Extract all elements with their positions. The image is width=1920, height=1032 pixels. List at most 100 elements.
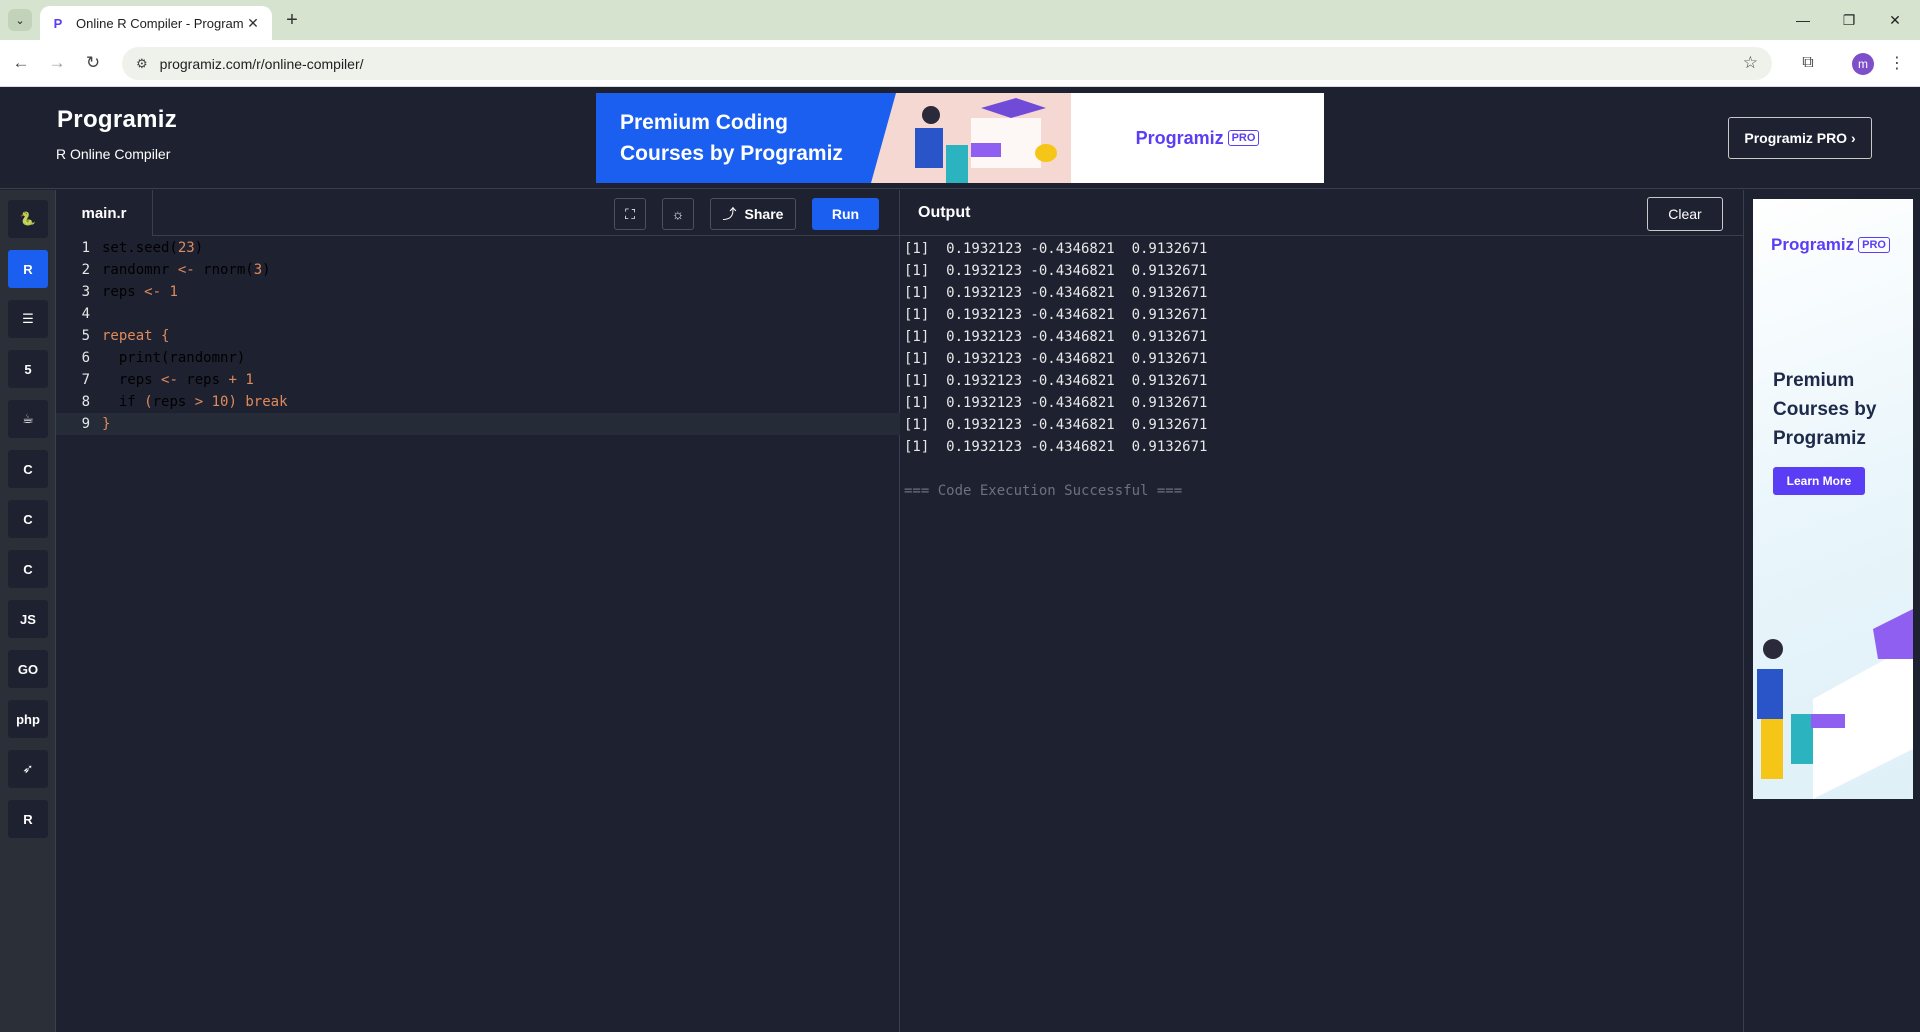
code-text: reps <- reps + 1 <box>102 372 254 388</box>
close-tab-icon[interactable]: ✕ <box>244 15 262 32</box>
code-line[interactable]: 6 print(randomnr) <box>56 347 900 369</box>
code-editor-panel: main.r ⛶ ☼ ⤴ Share Run 1 set.seed(23) 2 ran… <box>56 190 900 1032</box>
cpp-icon[interactable]: C <box>8 500 48 538</box>
html-icon[interactable]: 5 <box>8 350 48 388</box>
python-icon[interactable]: 🐍 <box>8 200 48 238</box>
rust-icon[interactable]: R <box>8 800 48 838</box>
side-ad-text: Premium Courses by Programiz <box>1773 370 1877 449</box>
programiz-pro-button[interactable]: Programiz PRO › <box>1728 117 1872 159</box>
output-console: [1] 0.1932123 -0.4346821 0.9132671 [1] 0.… <box>904 238 1207 502</box>
line-number: 8 <box>81 394 90 410</box>
line-number: 6 <box>81 350 90 366</box>
execution-status: === Code Execution Successful === <box>904 483 1183 499</box>
line-number: 1 <box>81 240 90 256</box>
code-line[interactable]: 5 repeat { <box>56 325 900 347</box>
output-line: [1] 0.1932123 -0.4346821 0.9132671 <box>904 439 1208 455</box>
output-line: [1] 0.1932123 -0.4346821 0.9132671 <box>904 329 1208 345</box>
site-info-icon[interactable]: ⚙ <box>136 56 148 72</box>
code-line[interactable]: 2 randomnr <- rnorm(3) <box>56 259 900 281</box>
theme-toggle-icon[interactable]: ☼ <box>662 198 694 230</box>
site-header: Programiz R Online Compiler Premium Codi… <box>0 88 1920 189</box>
output-line: [1] 0.1932123 -0.4346821 0.9132671 <box>904 395 1208 411</box>
tab-title: Online R Compiler - Programiz <box>76 15 244 31</box>
output-line: [1] 0.1932123 -0.4346821 0.9132671 <box>904 263 1208 279</box>
js-icon[interactable]: JS <box>8 600 48 638</box>
clear-button[interactable]: Clear <box>1647 197 1723 231</box>
output-line: [1] 0.1932123 -0.4346821 0.9132671 <box>904 241 1208 257</box>
page-subtitle: R Online Compiler <box>56 146 171 162</box>
line-number: 5 <box>81 328 90 344</box>
code-text: } <box>102 416 111 432</box>
code-text: randomnr <- rnorm(3) <box>102 262 271 278</box>
output-panel: Output Clear [1] 0.1932123 -0.4346821 0.… <box>900 190 1744 1032</box>
code-line[interactable]: 9} <box>56 413 900 435</box>
code-line[interactable]: 8 if (reps > 10) break <box>56 391 900 413</box>
tab-search-icon[interactable]: ⌄ <box>8 9 32 31</box>
output-line: [1] 0.1932123 -0.4346821 0.9132671 <box>904 373 1208 389</box>
csharp-icon[interactable]: C <box>8 550 48 588</box>
extensions-icon[interactable]: ⧉ <box>1795 50 1821 76</box>
swift-icon[interactable]: ➶ <box>8 750 48 788</box>
bookmark-star-icon[interactable]: ☆ <box>1743 53 1758 73</box>
ad-illustration <box>871 93 1071 183</box>
address-bar[interactable]: ⚙ programiz.com/r/online-compiler/ ☆ <box>122 47 1772 80</box>
code-text: print(randomnr) <box>102 350 246 366</box>
forward-icon[interactable]: → <box>44 50 70 76</box>
browser-tab-bar: ⌄ P Online R Compiler - Programiz ✕ + — … <box>0 0 1920 40</box>
php-icon[interactable]: php <box>8 700 48 738</box>
sql-icon[interactable]: ☰ <box>8 300 48 338</box>
line-number: 3 <box>81 284 90 300</box>
ad-brand: Programiz PRO <box>1071 93 1324 183</box>
editor-toolbar: main.r ⛶ ☼ ⤴ Share Run <box>56 190 900 236</box>
r-icon[interactable]: R <box>8 250 48 288</box>
browser-toolbar: ← → ↻ ⚙ programiz.com/r/online-compiler/… <box>0 40 1920 87</box>
programiz-logo[interactable]: Programiz <box>57 106 177 134</box>
language-sidebar: 🐍 R ☰ 5 ☕ C C C JS GO php ➶ R <box>0 190 56 1032</box>
code-text: repeat { <box>102 328 170 344</box>
output-title: Output <box>918 204 971 221</box>
java-icon[interactable]: ☕ <box>8 400 48 438</box>
code-text: if (reps > 10) break <box>102 394 288 410</box>
code-area[interactable]: 1 set.seed(23) 2 randomnr <- rnorm(3) 3 reps … <box>56 237 900 435</box>
line-number: 2 <box>81 262 90 278</box>
programiz-favicon-icon: P <box>53 15 63 31</box>
c-icon[interactable]: C <box>8 450 48 488</box>
menu-icon[interactable]: ⋮ <box>1884 50 1910 76</box>
output-line: [1] 0.1932123 -0.4346821 0.9132671 <box>904 307 1208 323</box>
fullscreen-icon[interactable]: ⛶ <box>614 198 646 230</box>
line-number: 7 <box>81 372 90 388</box>
side-ad-illustration <box>1757 609 1913 799</box>
code-text: reps <- 1 <box>102 284 178 300</box>
run-button[interactable]: Run <box>812 198 879 230</box>
profile-avatar[interactable]: m <box>1852 53 1874 75</box>
output-line: [1] 0.1932123 -0.4346821 0.9132671 <box>904 417 1208 433</box>
share-label: Share <box>744 206 784 222</box>
output-blank-line <box>904 458 1207 480</box>
line-number: 9 <box>81 416 90 432</box>
url-text: programiz.com/r/online-compiler/ <box>159 55 364 72</box>
browser-tab[interactable]: P Online R Compiler - Programiz ✕ <box>40 6 272 40</box>
go-icon[interactable]: GO <box>8 650 48 688</box>
code-line[interactable]: 4 <box>56 303 900 325</box>
learn-more-button[interactable]: Learn More <box>1773 467 1865 495</box>
code-text: set.seed(23) <box>102 240 204 256</box>
ad-text: Premium Coding Courses by Programiz <box>596 93 871 183</box>
share-icon: ⤴ <box>722 206 737 222</box>
side-ad-banner[interactable]: Programiz PRO Premium Courses by Programi… <box>1753 199 1913 799</box>
back-icon[interactable]: ← <box>8 50 34 76</box>
minimize-icon[interactable]: — <box>1780 0 1826 40</box>
reload-icon[interactable]: ↻ <box>80 50 106 76</box>
share-button[interactable]: ⤴ Share <box>710 198 796 230</box>
close-window-icon[interactable]: ✕ <box>1872 0 1918 40</box>
top-ad-banner[interactable]: Premium Coding Courses by Programiz Prog… <box>596 93 1324 183</box>
file-tab-main-r[interactable]: main.r <box>56 190 153 236</box>
code-line[interactable]: 1 set.seed(23) <box>56 237 900 259</box>
output-line: [1] 0.1932123 -0.4346821 0.9132671 <box>904 285 1208 301</box>
new-tab-icon[interactable]: + <box>282 10 302 30</box>
restore-icon[interactable]: ❐ <box>1826 0 1872 40</box>
code-line[interactable]: 3 reps <- 1 <box>56 281 900 303</box>
line-number: 4 <box>81 306 90 322</box>
output-header: Output Clear <box>900 190 1744 236</box>
output-line: [1] 0.1932123 -0.4346821 0.9132671 <box>904 351 1208 367</box>
code-line[interactable]: 7 reps <- reps + 1 <box>56 369 900 391</box>
